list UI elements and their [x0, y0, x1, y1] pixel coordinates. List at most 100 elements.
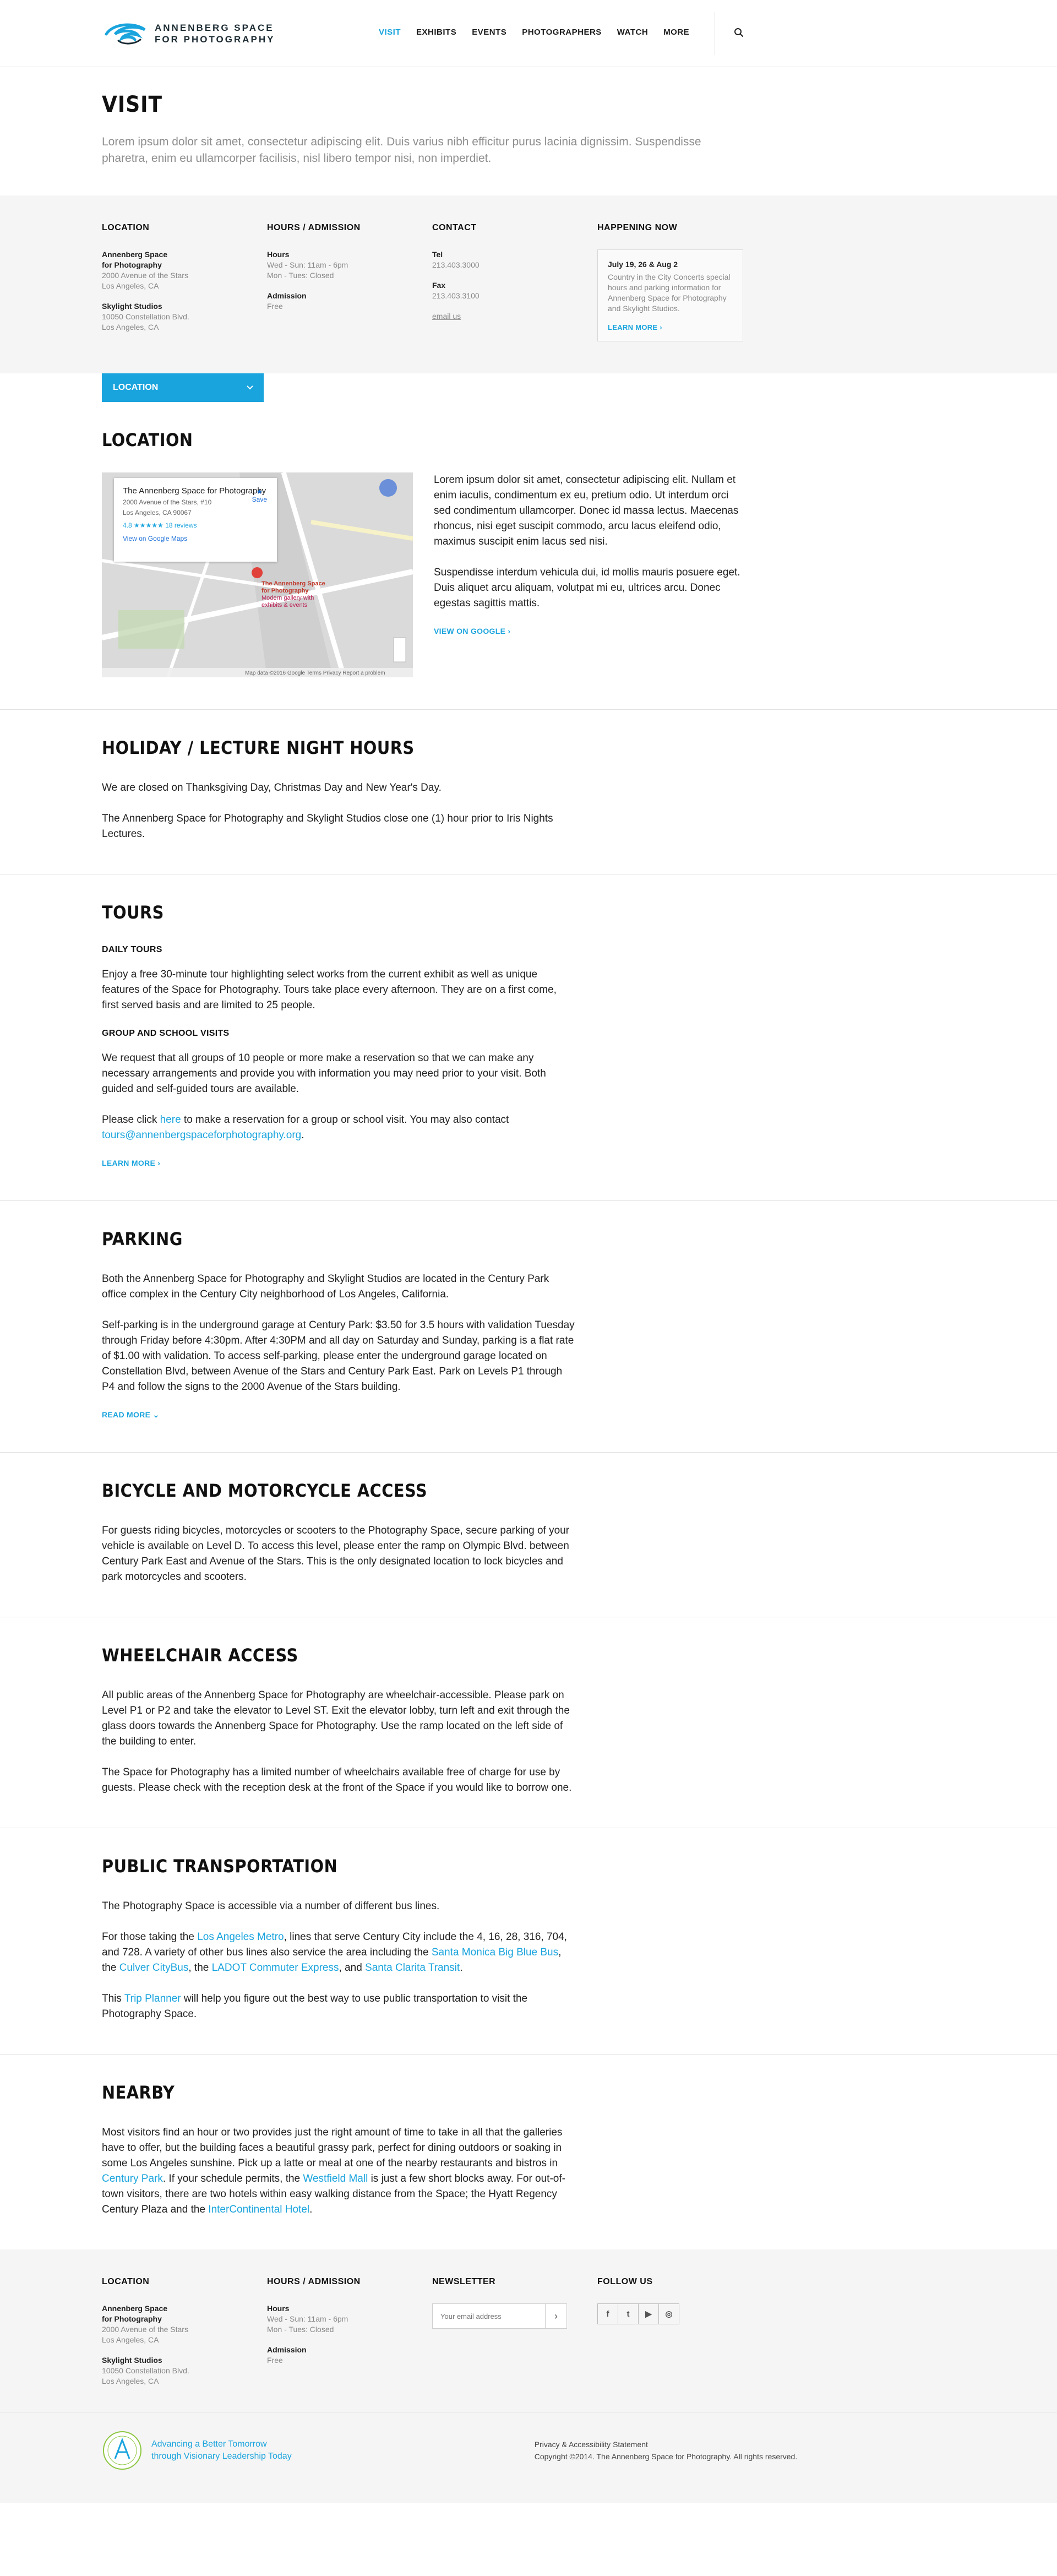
newsletter-email-input[interactable]	[433, 2304, 545, 2328]
nav-more[interactable]: MORE	[663, 28, 689, 37]
footer-hours-heading: HOURS / ADMISSION	[267, 2277, 361, 2286]
brand-line-2: FOR PHOTOGRAPHY	[155, 34, 275, 45]
holiday-title: HOLIDAY / LECTURE NIGHT HOURS	[102, 737, 415, 758]
westfield-mall-link[interactable]: Westfield Mall	[303, 2173, 368, 2184]
wheelchair-title: WHEELCHAIR ACCESS	[102, 1645, 298, 1666]
century-park-link[interactable]: Century Park	[102, 2173, 163, 2184]
privacy-link[interactable]: Privacy & Accessibility Statement	[535, 2440, 648, 2449]
view-on-google-link[interactable]: VIEW ON GOOGLE ›	[434, 627, 510, 635]
studio-name: Skylight Studios	[102, 302, 162, 311]
map-save-button[interactable]: ★ Save	[252, 488, 267, 503]
instagram-icon[interactable]: ◎	[658, 2303, 679, 2324]
location-paragraph-2: Suspendisse interdum vehicula dui, id mo…	[434, 567, 740, 609]
fax-value: 213.403.3100	[432, 291, 480, 300]
hours-line-2: Mon - Tues: Closed	[267, 271, 334, 280]
footer-venue-name-2: for Photography	[102, 2314, 162, 2323]
bus-text-a: For those taking the	[102, 1931, 198, 1943]
tagline-line-1: Advancing a Better Tomorrow	[151, 2439, 267, 2449]
location-paragraph-1: Lorem ipsum dolor sit amet, consectetur …	[434, 474, 739, 547]
tours-learn-more[interactable]: LEARN MORE ›	[102, 1159, 160, 1167]
footer-follow: FOLLOW US f t ▶ ◎	[597, 2277, 762, 2387]
trip-planner-link[interactable]: Trip Planner	[124, 1993, 181, 2004]
admission-value: Free	[267, 302, 283, 311]
map-pin-title: The Annenberg Space for Photography	[261, 580, 325, 594]
map-place-title: The Annenberg Space for Photography	[123, 486, 266, 496]
nav-visit[interactable]: VISIT	[379, 28, 401, 37]
santa-clarita-link[interactable]: Santa Clarita Transit	[365, 1962, 460, 1974]
site-logo[interactable]: ANNENBERG SPACE FOR PHOTOGRAPHY	[102, 20, 275, 47]
parking-paragraph-1: Both the Annenberg Space for Photography…	[102, 1273, 549, 1300]
bus-sep-4: .	[460, 1962, 463, 1974]
happening-card: July 19, 26 & Aug 2 Country in the City …	[597, 249, 743, 341]
tours-email-link[interactable]: tours@annenbergspaceforphotography.org	[102, 1129, 301, 1141]
intercontinental-link[interactable]: InterContinental Hotel	[208, 2204, 309, 2215]
group-visits-contact: Please click here to make a reservation …	[102, 1112, 575, 1143]
star-icon: ★	[256, 488, 263, 496]
google-map[interactable]: The Annenberg Space for Photography 2000…	[102, 472, 413, 677]
contact-text-b: to make a reservation for a group or sch…	[181, 1114, 509, 1126]
ladot-link[interactable]: LADOT Commuter Express	[212, 1962, 339, 1974]
footer-admission-label: Admission	[267, 2345, 307, 2354]
follow-heading: FOLLOW US	[597, 2277, 653, 2286]
parking-paragraph-2: Self-parking is in the underground garag…	[102, 1319, 575, 1393]
map-view-link[interactable]: View on Google Maps	[123, 535, 268, 542]
youtube-icon[interactable]: ▶	[638, 2303, 659, 2324]
parking-title: PARKING	[102, 1229, 183, 1249]
info-hours: HOURS / ADMISSION Hours Wed - Sun: 11am …	[267, 223, 432, 341]
footer-venue-address: 2000 Avenue of the Stars	[102, 2325, 188, 2334]
footer-newsletter: NEWSLETTER ›	[432, 2277, 597, 2387]
main-nav: VISIT EXHIBITS EVENTS PHOTOGRAPHERS WATC…	[379, 28, 689, 37]
page-hero: VISIT Lorem ipsum dolor sit amet, consec…	[0, 67, 1057, 195]
group-visits-heading: GROUP AND SCHOOL VISITS	[102, 1029, 230, 1038]
twitter-icon[interactable]: t	[618, 2303, 639, 2324]
parking-read-more[interactable]: READ MORE ⌄	[102, 1410, 159, 1420]
chevron-down-icon	[247, 385, 253, 390]
location-title: LOCATION	[102, 430, 193, 450]
studio-city: Los Angeles, CA	[102, 323, 159, 331]
map-pin-subtitle: Modern gallery with exhibits & events	[261, 595, 314, 608]
footer-hours-label: Hours	[267, 2304, 290, 2313]
reservation-link[interactable]: here	[160, 1114, 181, 1126]
footer-bottom: Advancing a Better Tomorrow through Visi…	[0, 2412, 1057, 2503]
transport-paragraph-1: The Photography Space is accessible via …	[102, 1900, 440, 1912]
wheelchair-section: WHEELCHAIR ACCESS All public areas of th…	[0, 1617, 1057, 1828]
info-contact-heading: CONTACT	[432, 223, 477, 232]
metro-link[interactable]: Los Angeles Metro	[197, 1931, 284, 1943]
contact-text-a: Please click	[102, 1114, 160, 1126]
footer-location: LOCATION Annenberg Space for Photography…	[102, 2277, 267, 2387]
daily-tours-heading: DAILY TOURS	[102, 945, 162, 954]
parking-section: PARKING Both the Annenberg Space for Pho…	[0, 1201, 1057, 1453]
contact-text-c: .	[301, 1129, 304, 1141]
facebook-icon[interactable]: f	[597, 2303, 618, 2324]
holiday-paragraph-2: The Annenberg Space for Photography and …	[102, 813, 553, 840]
transport-paragraph-2: For those taking the Los Angeles Metro , …	[102, 1930, 575, 1976]
transport-paragraph-3: This Trip Planner will help you figure o…	[102, 1991, 575, 2022]
footer-admission-value: Free	[267, 2356, 283, 2365]
newsletter-submit-button[interactable]: ›	[545, 2304, 566, 2328]
nav-photographers[interactable]: PHOTOGRAPHERS	[522, 28, 602, 37]
newsletter-heading: NEWSLETTER	[432, 2277, 496, 2286]
venue-address: 2000 Avenue of the Stars	[102, 271, 188, 280]
info-happening: HAPPENING NOW July 19, 26 & Aug 2 Countr…	[597, 223, 762, 341]
holiday-section: HOLIDAY / LECTURE NIGHT HOURS We are clo…	[0, 710, 1057, 874]
transport-section: PUBLIC TRANSPORTATION The Photography Sp…	[0, 1828, 1057, 2055]
happening-learn-more[interactable]: LEARN MORE ›	[608, 323, 662, 331]
map-place-city: Los Angeles, CA 90067	[123, 509, 192, 517]
search-icon[interactable]	[734, 28, 744, 37]
planner-text-a: This	[102, 1993, 124, 2004]
big-blue-bus-link[interactable]: Santa Monica Big Blue Bus	[432, 1947, 558, 1958]
bus-sep-3: , and	[339, 1962, 366, 1974]
info-band: LOCATION Annenberg Space for Photography…	[0, 195, 1057, 373]
page-intro: Lorem ipsum dolor sit amet, consectetur …	[102, 135, 701, 165]
culver-citybus-link[interactable]: Culver CityBus	[119, 1962, 189, 1974]
nav-events[interactable]: EVENTS	[472, 28, 506, 37]
email-link[interactable]: email us	[432, 312, 461, 320]
map-rating[interactable]: 4.8 ★★★★★ 18 reviews	[123, 521, 268, 529]
section-select[interactable]: LOCATION	[102, 373, 264, 402]
footer-location-heading: LOCATION	[102, 2277, 150, 2286]
nav-exhibits[interactable]: EXHIBITS	[416, 28, 456, 37]
site-footer: LOCATION Annenberg Space for Photography…	[0, 2249, 1057, 2412]
nav-watch[interactable]: WATCH	[617, 28, 648, 37]
brand-line-1: ANNENBERG SPACE	[155, 23, 274, 33]
foundation-tagline: Advancing a Better Tomorrow through Visi…	[151, 2438, 292, 2463]
